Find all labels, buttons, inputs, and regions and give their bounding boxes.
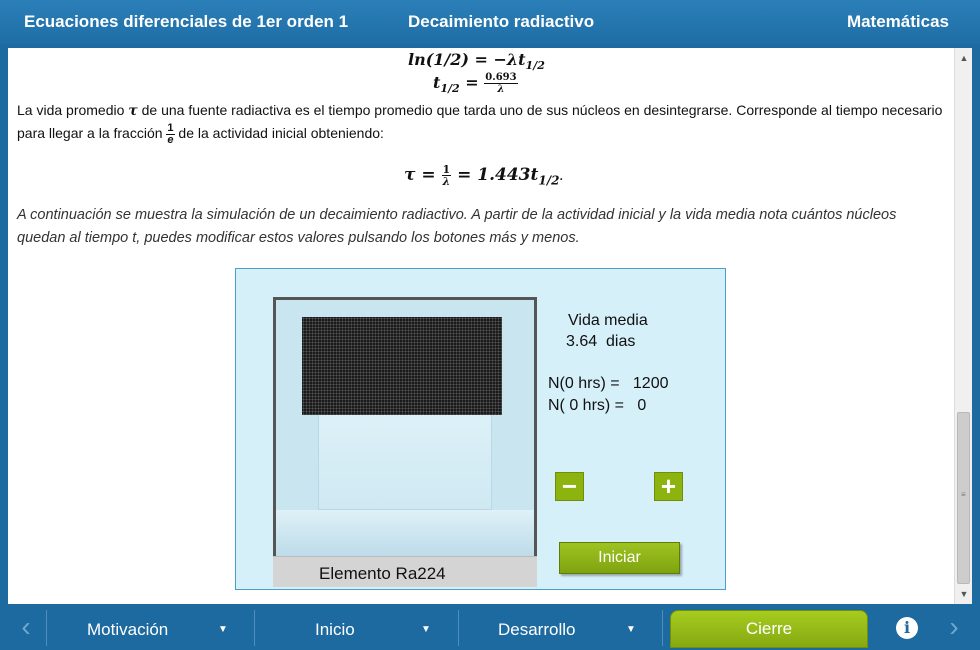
scroll-up-icon[interactable]: ▲ <box>955 50 973 66</box>
info-icon[interactable]: i <box>896 617 918 639</box>
topic-title: Decaimiento radiactivo <box>408 12 595 31</box>
course-title: Ecuaciones diferenciales de 1er orden 1 <box>24 12 349 31</box>
nav-cierre-active[interactable]: Cierre <box>670 610 868 648</box>
fraction: 0.693 λ <box>484 72 518 95</box>
top-bar: Ecuaciones diferenciales de 1er orden 1 … <box>0 0 980 44</box>
bottom-nav: ‹ Motivación ▼ Inicio ▼ Desarrollo ▼ Cie… <box>0 606 980 650</box>
scroll-down-icon[interactable]: ▼ <box>955 586 973 602</box>
chevron-down-icon: ▼ <box>626 624 636 635</box>
vertical-scrollbar[interactable]: ▲ ≡ ▼ <box>954 48 972 604</box>
increase-button[interactable]: + <box>654 472 683 501</box>
sample-chamber <box>273 297 537 560</box>
nav-label: Desarrollo <box>498 620 576 639</box>
chamber-floor <box>276 510 534 557</box>
chevron-down-icon: ▼ <box>218 624 228 635</box>
chevron-down-icon: ▼ <box>421 624 431 635</box>
divider <box>662 610 663 646</box>
current-nuclei: N( 0 hrs) = 0 <box>548 397 647 414</box>
nav-inicio[interactable]: Inicio ▼ <box>254 610 458 646</box>
subject-title: Matemáticas <box>846 12 949 31</box>
nav-label: Inicio <box>315 620 355 639</box>
fraction-one-over-e: 1e <box>166 121 175 146</box>
mean-life-paragraph: La vida promedio τ de una fuente radiact… <box>17 102 943 146</box>
equation-ln-half: ln(1/2) = −λt1/2 <box>408 50 545 73</box>
nav-motivacion[interactable]: Motivación ▼ <box>46 610 254 646</box>
nav-label: Motivación <box>87 620 169 639</box>
decay-simulation: Elemento Ra224 Vida media 3.64 dias N(0 … <box>235 268 726 590</box>
decrease-button[interactable]: − <box>555 472 584 501</box>
element-label: Elemento Ra224 <box>319 564 446 583</box>
scroll-thumb[interactable]: ≡ <box>957 412 970 584</box>
next-arrow-icon[interactable]: › <box>936 612 972 644</box>
half-life-label: Vida media <box>568 312 648 329</box>
nuclei-grid <box>302 317 502 415</box>
equation-half-life: t1/2 = 0.693 λ <box>433 72 518 96</box>
start-button[interactable]: Iniciar <box>559 542 680 574</box>
initial-nuclei: N(0 hrs) = 1200 <box>548 375 669 392</box>
previous-arrow-icon[interactable]: ‹ <box>8 612 44 644</box>
content-area: ln(1/2) = −λt1/2 t1/2 = 0.693 λ La vida p… <box>8 48 954 604</box>
equation-tau: τ = 1λ = 1.443t1/2. <box>404 163 563 188</box>
grip-icon: ≡ <box>961 490 966 499</box>
simulation-intro: A continuación se muestra la simulación … <box>17 207 897 246</box>
element-label-strip: Elemento Ra224 <box>273 556 537 587</box>
half-life-value: 3.64 dias <box>566 333 636 350</box>
nav-desarrollo[interactable]: Desarrollo ▼ <box>458 610 662 646</box>
